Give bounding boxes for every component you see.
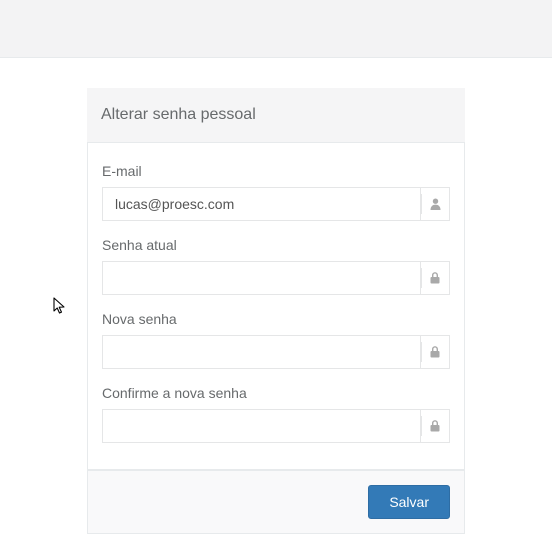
panel-body: E-mail Senha atual bbox=[87, 143, 465, 470]
current-password-wrap bbox=[102, 261, 450, 295]
save-button[interactable]: Salvar bbox=[368, 485, 450, 519]
cursor-icon bbox=[53, 297, 67, 315]
email-field[interactable] bbox=[102, 187, 420, 221]
confirm-password-group: Confirme a nova senha bbox=[102, 385, 450, 443]
current-password-label: Senha atual bbox=[102, 237, 450, 253]
new-password-group: Nova senha bbox=[102, 311, 450, 369]
new-password-wrap bbox=[102, 335, 450, 369]
confirm-password-field[interactable] bbox=[102, 409, 420, 443]
new-password-field[interactable] bbox=[102, 335, 420, 369]
current-password-group: Senha atual bbox=[102, 237, 450, 295]
confirm-password-label: Confirme a nova senha bbox=[102, 385, 450, 401]
user-icon bbox=[420, 187, 450, 221]
lock-icon bbox=[420, 261, 450, 295]
email-group: E-mail bbox=[102, 163, 450, 221]
panel-title: Alterar senha pessoal bbox=[87, 88, 465, 143]
current-password-field[interactable] bbox=[102, 261, 420, 295]
new-password-label: Nova senha bbox=[102, 311, 450, 327]
topbar bbox=[0, 0, 552, 58]
change-password-panel: Alterar senha pessoal E-mail Senha atual bbox=[87, 88, 465, 534]
email-label: E-mail bbox=[102, 163, 450, 179]
panel-footer: Salvar bbox=[87, 470, 465, 534]
lock-icon bbox=[420, 335, 450, 369]
lock-icon bbox=[420, 409, 450, 443]
confirm-password-wrap bbox=[102, 409, 450, 443]
email-wrap bbox=[102, 187, 450, 221]
